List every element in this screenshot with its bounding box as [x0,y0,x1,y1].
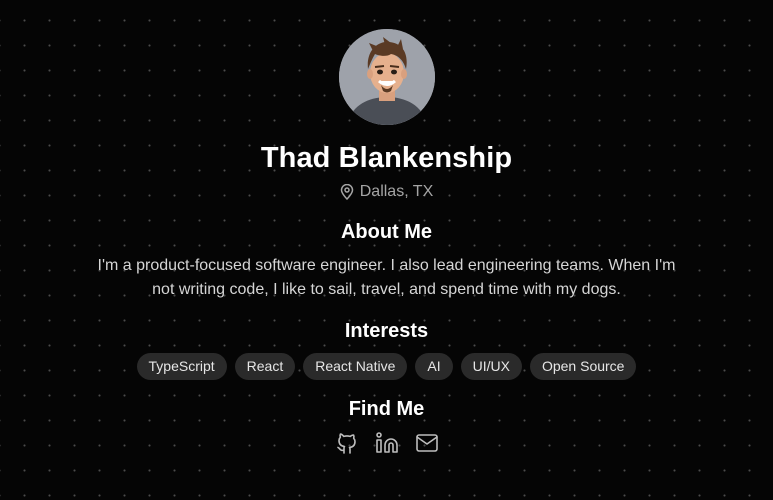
map-pin-icon [340,184,354,200]
tag-typescript[interactable]: TypeScript [136,353,227,380]
tag-react-native[interactable]: React Native [303,353,408,380]
find-me-title: Find Me [348,398,425,420]
tag-open-source[interactable]: Open Source [529,353,637,380]
location: Dallas, TX [0,182,773,202]
avatar-cartoon-portrait [338,29,435,125]
about-text: I'm a product-focused software engineer.… [97,257,676,298]
tag-react[interactable]: React [234,353,296,380]
location-text: Dallas, TX [359,183,434,200]
github-icon[interactable] [335,431,359,455]
mail-icon[interactable] [415,431,439,455]
avatar [338,29,435,125]
tag-ui-ux[interactable]: UI/UX [460,353,522,380]
profile-name: Thad Blankenship [260,142,513,174]
tag-ai[interactable]: AI [415,353,453,380]
interests-title: Interests [344,320,429,342]
interests-tag-list: TypeScript React React Native AI UI/UX O… [0,353,773,380]
linkedin-icon[interactable] [375,431,399,455]
about-title: About Me [340,221,433,243]
profile-page: Thad Blankenship Dallas, TX About Me I'm… [0,0,773,500]
social-links [0,431,773,455]
